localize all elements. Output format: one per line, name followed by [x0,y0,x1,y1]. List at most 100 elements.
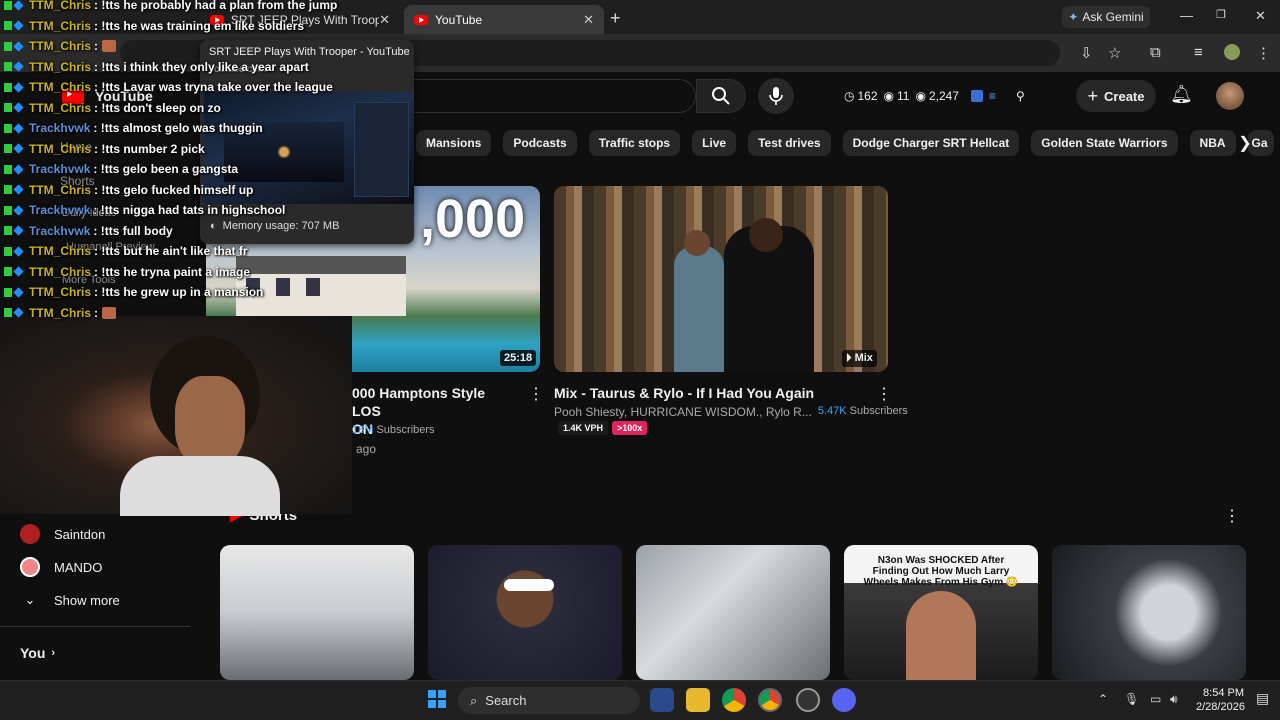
obs-icon[interactable] [796,688,820,712]
video-duration: 25:18 [500,350,537,366]
sidebar-subscription[interactable]: MANDO [20,553,102,581]
windows-start-icon[interactable] [428,690,446,708]
sidebar-divider [0,626,190,627]
notifications-bell-icon[interactable]: 🔔︎ [1170,84,1193,105]
mod-badge-icon [4,164,12,174]
ask-gemini-button[interactable]: ✦ Ask Gemini [1062,6,1150,28]
sub-badge-icon [13,143,24,154]
playlist-icon: ⏵ [846,352,852,364]
followers-stat: ◉ 2,247 [915,89,959,103]
chat-text: : !tts he was training em like soldiers [94,18,305,33]
chat-username: TTM_Chris [29,39,92,53]
sub-badge-icon [13,102,24,113]
video-channel-row: Pooh Shiesty, HURRICANE WISDOM., Rylo R.… [554,405,908,419]
minimize-icon[interactable]: — [1180,8,1193,23]
chrome-icon[interactable] [722,688,746,712]
bookmark-star-icon[interactable]: ☆ [1108,44,1121,62]
tray-network-icon[interactable]: ▭ [1150,692,1161,706]
microphone-icon [769,87,783,105]
short-thumbnail[interactable]: N3on Was SHOCKED After Finding Out How M… [844,545,1038,680]
close-window-icon[interactable]: ✕ [1255,8,1266,24]
history-stat: ◷ 162 [844,89,878,103]
tray-overflow-icon[interactable]: ⌃ [1098,692,1108,706]
taskbar-search-label: Search [485,693,527,708]
subscription-name: MANDO [54,559,103,575]
tray-volume-icon[interactable]: 🔊︎ [1170,692,1178,707]
close-tab-icon[interactable]: ✕ [583,12,594,28]
tab-youtube[interactable]: YouTube ✕ [404,5,604,34]
show-more-button[interactable]: ⌄ Show more [20,586,120,614]
channel-name[interactable]: Pooh Shiesty, HURRICANE WISDOM., Rylo R.… [554,405,812,419]
short-thumbnail[interactable] [428,545,622,680]
tray-mic-icon[interactable]: 🎙︎ [1124,692,1139,706]
video-title[interactable]: Mix - Taurus & Rylo - If I Had You Again [554,384,814,402]
chip[interactable]: Podcasts [503,130,577,156]
show-more-label: Show more [54,592,120,608]
chip[interactable]: Traffic stops [588,130,681,156]
menu-kebab-icon[interactable]: ⋮ [1256,44,1271,62]
file-explorer-icon[interactable] [686,688,710,712]
mod-badge-icon [4,123,12,133]
search-button[interactable] [696,79,746,113]
video-menu-icon[interactable]: ⋮ [528,384,544,404]
extensions-icon[interactable]: ⧉ [1150,44,1161,61]
discord-icon[interactable] [832,688,856,712]
sub-badge-icon [13,245,24,257]
create-label: Create [1104,88,1145,104]
chat-message: TTM_Chris: !tts i think they only like a… [4,58,309,76]
chat-text: : !tts gelo fucked himself up [94,182,254,197]
account-avatar[interactable] [1216,82,1244,110]
gemini-sparkle-icon: ✦ [1068,10,1079,24]
chip[interactable]: Golden State Warriors [1031,130,1178,156]
mod-badge-icon [4,226,12,235]
chat-text: : !tts nigga had tats in highschool [93,203,286,217]
queue-icon[interactable]: ≡ [989,89,996,103]
new-tab-button[interactable]: + [610,8,621,29]
search-icon: ⌕ [470,692,478,708]
chip[interactable]: Dodge Charger SRT Hellcat [842,130,1020,156]
sub-badge-icon [13,20,24,31]
chip[interactable]: NBA [1189,130,1236,156]
install-app-icon[interactable]: ⇩ [1080,44,1093,62]
chip[interactable]: Live [692,130,737,156]
subs-label: Subscribers [849,405,908,417]
chip[interactable]: Test drives [748,130,831,156]
mod-badge-icon [4,246,12,256]
chip[interactable]: Mansions [416,130,492,156]
trophy-icon[interactable]: ⚲ [1016,89,1025,103]
mod-badge-icon [4,308,12,317]
extension-badge-icon[interactable] [970,90,983,102]
sidebar-subscription[interactable]: Saintdon [20,520,105,548]
short-thumbnail[interactable] [220,545,414,680]
shorts-menu-icon[interactable]: ⋮ [1224,506,1240,526]
create-button[interactable]: + Create [1076,80,1156,112]
video-subs: 18M Subscribers [352,424,435,436]
store-icon[interactable] [650,688,674,712]
clock-date: 2/28/2026 [1196,701,1245,713]
short-thumbnail[interactable] [636,545,830,680]
chat-message: Trackhvwk: !tts gelo been a gangsta [4,160,238,178]
profile-icon[interactable] [1224,44,1240,60]
video-badges: 1.4K VPH >100x [558,421,648,435]
media-control-icon[interactable]: ≡ [1194,44,1203,61]
video-menu-icon[interactable]: ⋮ [876,384,892,404]
chevron-right-icon: › [51,647,56,659]
chat-text: : !tts full body [93,223,173,238]
channel-avatar [20,524,40,544]
chrome-profile-icon[interactable] [758,688,782,712]
restore-icon[interactable]: ❐ [1216,8,1226,21]
chat-message: TTM_Chris: !tts he tryna paint a image [4,263,250,281]
stream-chat-overlay: TTM_Chris: !tts he probably had a plan f… [0,0,420,320]
voice-search-button[interactable] [758,78,794,114]
sidebar-you-section[interactable]: You › [20,639,55,667]
video-thumbnail[interactable] [554,186,888,372]
taskbar-clock[interactable]: 8:54 PM 2/28/2026 [1196,686,1245,714]
chat-username: Trackhvwk [29,121,91,135]
notification-center-icon[interactable]: ▤ [1256,690,1269,707]
sub-badge-icon [13,266,24,277]
short-thumbnail[interactable] [1052,545,1246,680]
taskbar-search[interactable]: ⌕ Search [458,687,640,714]
chat-text: : !tts he tryna paint a image [94,264,251,279]
chevron-right-icon[interactable]: ❯ [1232,130,1258,156]
chat-message: TTM_Chris: !tts but he ain't like that f… [4,242,248,260]
